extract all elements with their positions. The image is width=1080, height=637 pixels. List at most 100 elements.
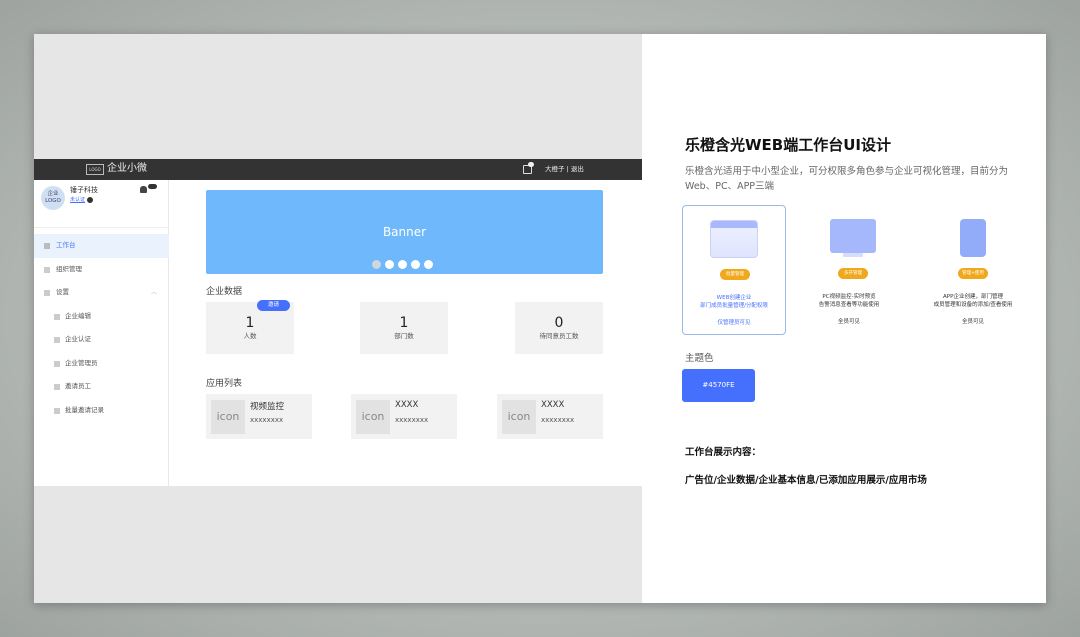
top-bar: LOGO 企业小微 大橙子 | 退出 — [34, 159, 642, 180]
feature-line2: 告警消息查看等功能使用 — [818, 302, 880, 308]
sidebar-item-org[interactable]: 组织管理 — [34, 258, 169, 282]
feature-line1: APP企业创建，部门管理 — [943, 294, 1003, 300]
feature-visibility: 全员可见 — [837, 319, 860, 325]
carousel-dot[interactable] — [372, 260, 381, 269]
stats-title: 企业数据 — [206, 287, 243, 297]
menu-icon — [54, 407, 60, 414]
menu-icon — [54, 337, 60, 343]
bell-badge — [148, 184, 157, 189]
feature-line1: PC视频监控-实时预览 — [822, 294, 876, 300]
feature-tag: 批量管理 — [720, 269, 750, 280]
feature-line2: 部门成员批量管理/分配权限 — [700, 303, 768, 309]
panel-title: 乐橙含光WEB端工作台UI设计 — [685, 136, 891, 154]
app-name: 视频监控 — [250, 402, 285, 412]
menu-icon — [44, 243, 50, 249]
stat-card-departments: 1 部门数 — [360, 302, 448, 354]
help-icon[interactable] — [87, 196, 94, 203]
banner-label: Banner — [382, 225, 427, 239]
invite-button[interactable]: 邀请 — [257, 300, 290, 311]
menu-icon — [44, 266, 50, 273]
feature-text: PC视频监控-实时预览 告警消息查看等功能使用 — [797, 293, 901, 309]
feature-line2: 成员管理和设备的添加/查看使用 — [933, 302, 1013, 308]
feature-web: 批量管理 WEB创建企业部门成员批量管理/分配权限 仅管理员可见 — [682, 205, 786, 335]
phone-icon — [960, 219, 986, 257]
menu-label: 企业认证 — [65, 335, 91, 343]
carousel-dot[interactable] — [424, 260, 433, 269]
brand-name: 企业小微 — [107, 163, 147, 174]
workbench-app: LOGO 企业小微 大橙子 | 退出 企业 LOGO 锤子科技 未认证 工作台 … — [34, 159, 642, 486]
main-content: Banner 企业数据 邀请 1 人数 1 部门数 0 待同意员工数 应用列表 … — [169, 180, 642, 486]
org-auth-link[interactable]: 未认证 — [70, 196, 94, 203]
menu-icon — [54, 313, 60, 320]
avatar-line1: 企业 — [47, 191, 59, 197]
menu-label: 工作台 — [56, 241, 76, 249]
chevron-up-icon: ︿ — [150, 289, 157, 296]
sidebar-item-settings[interactable]: 设置 ︿ — [34, 281, 169, 305]
bell-icon[interactable] — [140, 186, 147, 193]
feature-app: 管理+使用 APP企业创建，部门管理成员管理和设备的添加/查看使用 全员可见 — [918, 205, 1028, 335]
menu-icon — [54, 384, 60, 390]
sidebar-item-batch-invite[interactable]: 批量邀请记录 — [34, 399, 169, 423]
stat-label: 待同意员工数 — [539, 332, 579, 340]
description-panel: 乐橙含光WEB端工作台UI设计 乐橙含光适用于中小型企业，可分权限多角色参与企业… — [642, 34, 1046, 603]
menu-label: 组织管理 — [56, 264, 82, 273]
sidebar-item-edit[interactable]: 企业编辑 — [34, 305, 169, 329]
app-icon: icon — [502, 400, 536, 434]
avatar-line2: LOGO — [45, 198, 61, 204]
menu-label: 邀请员工 — [65, 382, 91, 390]
menu-label: 设置 — [56, 288, 69, 296]
sidebar-item-admin[interactable]: 企业管理员 — [34, 352, 169, 376]
app-desc: xxxxxxxx — [395, 416, 429, 424]
app-card-3[interactable]: icon XXXX xxxxxxxx — [497, 394, 603, 439]
carousel-dots — [372, 260, 433, 269]
stat-card-pending: 0 待同意员工数 — [515, 302, 603, 354]
workbench-content-list: 广告位/企业数据/企业基本信息/已添加应用展示/应用市场 — [685, 475, 927, 486]
auth-text: 未认证 — [70, 197, 86, 203]
app-name: XXXX — [541, 400, 565, 410]
stat-value: 1 — [245, 315, 255, 331]
menu-label: 企业管理员 — [65, 358, 98, 367]
feature-text: APP企业创建，部门管理成员管理和设备的添加/查看使用 — [918, 293, 1028, 309]
theme-color-label: 主题色 — [685, 353, 714, 364]
mockup-area: LOGO 企业小微 大橙子 | 退出 企业 LOGO 锤子科技 未认证 工作台 … — [34, 34, 642, 603]
org-name: 锤子科技 — [70, 186, 98, 194]
workbench-content-label: 工作台展示内容： — [685, 447, 762, 458]
panel-description: 乐橙含光适用于中小型企业，可分权限多角色参与企业可视化管理，目前分为Web、PC… — [685, 166, 1009, 192]
stat-value: 1 — [399, 315, 409, 331]
sidebar-menu: 工作台 组织管理 设置 ︿ 企业编辑 企业认证 企业管理员 邀请员工 批量邀请记录 — [34, 234, 169, 422]
carousel-dot[interactable] — [398, 260, 407, 269]
sidebar-item-certify[interactable]: 企业认证 — [34, 328, 169, 352]
menu-label: 企业编辑 — [65, 311, 91, 320]
theme-color-swatch: #4570FE — [682, 369, 755, 402]
browser-window-icon — [710, 220, 758, 258]
feature-tag: 管理+使用 — [958, 268, 988, 279]
app-desc: xxxxxxxx — [250, 416, 284, 424]
org-header: 企业 LOGO 锤子科技 未认证 — [34, 180, 169, 228]
stat-value: 0 — [554, 315, 564, 331]
app-icon: icon — [211, 400, 245, 434]
app-card-video[interactable]: icon 视频监控 xxxxxxxx — [206, 394, 312, 439]
feature-visibility: 全员可见 — [961, 319, 984, 325]
feature-line1: WEB创建企业 — [716, 295, 752, 301]
monitor-icon — [830, 219, 876, 253]
app-name: XXXX — [395, 400, 419, 410]
user-logout[interactable]: 大橙子 | 退出 — [545, 164, 584, 175]
sidebar-item-workbench[interactable]: 工作台 — [34, 234, 169, 258]
menu-icon — [44, 290, 50, 296]
presentation-card: LOGO 企业小微 大橙子 | 退出 企业 LOGO 锤子科技 未认证 工作台 … — [34, 34, 1046, 603]
feature-pc: 多开管理 PC视频监控-实时预览 告警消息查看等功能使用 全员可见 — [797, 205, 901, 335]
feature-visibility: 仅管理员可见 — [717, 320, 751, 326]
app-icon: icon — [356, 400, 390, 434]
sidebar-item-invite[interactable]: 邀请员工 — [34, 375, 169, 399]
carousel-dot[interactable] — [411, 260, 420, 269]
monitor-stand-icon — [843, 253, 863, 257]
logo-placeholder: LOGO — [86, 164, 104, 175]
feature-text: WEB创建企业部门成员批量管理/分配权限 — [683, 294, 785, 310]
app-card-2[interactable]: icon XXXX xxxxxxxx — [351, 394, 457, 439]
company-logo-avatar: 企业 LOGO — [41, 186, 65, 210]
app-desc: xxxxxxxx — [541, 416, 575, 424]
stat-label: 人数 — [243, 332, 257, 340]
sidebar: 企业 LOGO 锤子科技 未认证 工作台 组织管理 设置 ︿ 企业编辑 企业认证 … — [34, 180, 169, 486]
carousel-dot[interactable] — [385, 260, 394, 269]
apps-title: 应用列表 — [206, 379, 243, 389]
